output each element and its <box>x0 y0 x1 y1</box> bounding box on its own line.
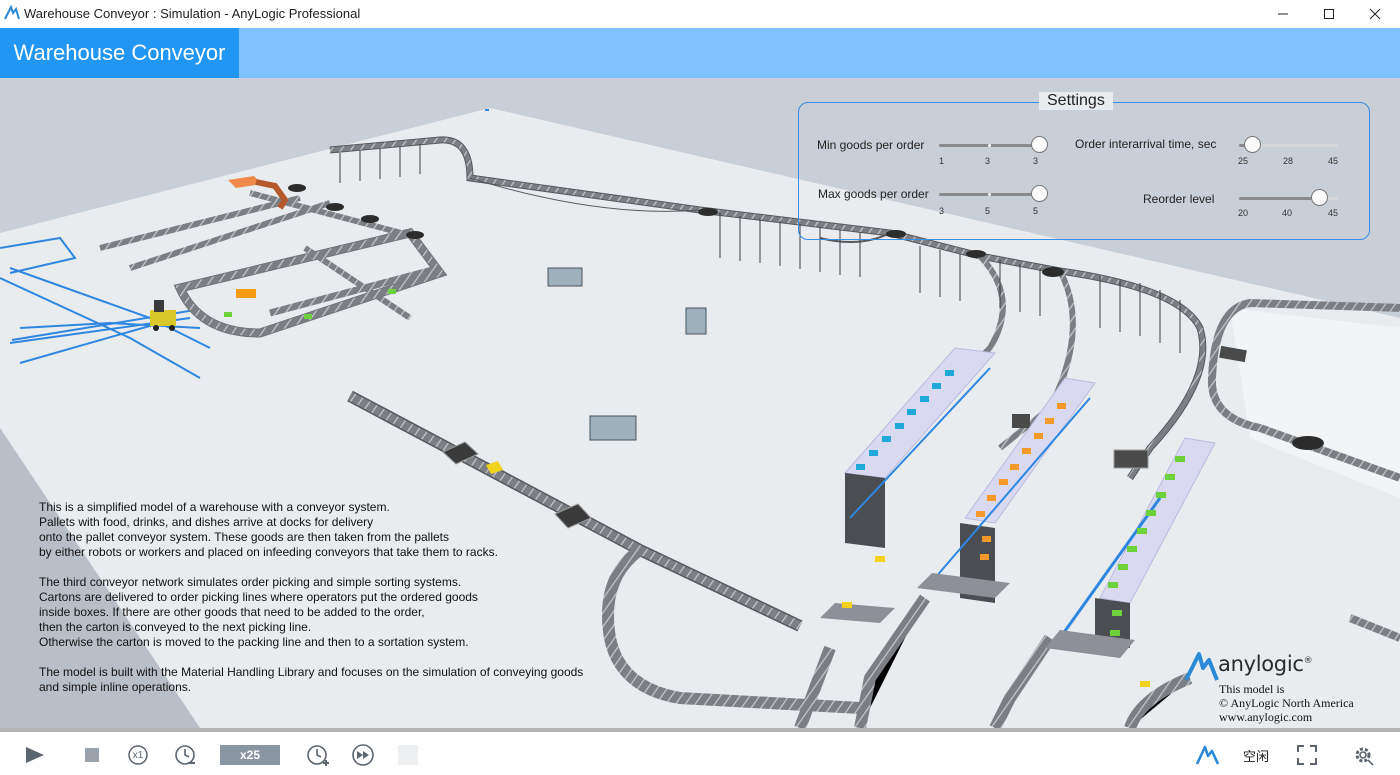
min-goods-tick-mid: 3 <box>985 156 991 166</box>
interarrival-tick-mid: 28 <box>1283 156 1294 166</box>
fast-forward-icon <box>352 744 374 766</box>
credit-line-3: www.anylogic.com <box>1219 710 1313 724</box>
anylogic-logo-icon <box>1184 652 1219 681</box>
realtime-toggle-button[interactable]: x1 <box>126 742 150 768</box>
header-band: Warehouse Conveyor <box>0 28 1400 78</box>
max-goods-slider[interactable] <box>939 184 1048 204</box>
interarrival-tick-max: 45 <box>1328 156 1339 166</box>
anylogic-app-icon <box>4 5 20 20</box>
reorder-level-tick-min: 20 <box>1238 208 1249 218</box>
slow-down-icon <box>175 745 195 765</box>
maximize-button[interactable] <box>1306 0 1352 28</box>
description-paragraph: This is a simplified model of a warehous… <box>39 500 498 559</box>
max-goods-tick-max: 5 <box>1033 206 1039 216</box>
anylogic-branding: anylogic® This model is © AnyLogic North… <box>1184 646 1384 726</box>
run-button[interactable] <box>22 742 48 768</box>
description-paragraph: The third conveyor network simulates ord… <box>39 575 478 649</box>
anylogic-logo-icon <box>1195 745 1220 765</box>
interarrival-tick-min: 25 <box>1238 156 1249 166</box>
speed-indicator: x25 <box>220 745 280 765</box>
model-description: This is a simplified model of a warehous… <box>39 500 599 710</box>
settings-panel: Settings Min goods per order 1 3 3 Max g… <box>798 92 1370 240</box>
credit-line-2: © AnyLogic North America <box>1219 696 1354 710</box>
stop-icon <box>85 748 99 762</box>
min-goods-tick-max: 3 <box>1033 156 1039 166</box>
description-paragraph: The model is built with the Material Han… <box>39 665 584 694</box>
speed-up-icon <box>307 745 329 766</box>
window-title: Warehouse Conveyor : Simulation - AnyLog… <box>24 6 361 21</box>
window-title-bar: Warehouse Conveyor : Simulation - AnyLog… <box>0 0 1400 28</box>
max-goods-label: Max goods per order <box>818 187 929 201</box>
pallet-box <box>236 289 256 298</box>
credit-line-1: This model is <box>1219 682 1285 696</box>
reorder-level-label: Reorder level <box>1143 192 1215 206</box>
anylogic-logo-text: anylogic® <box>1218 652 1313 676</box>
min-goods-tick-min: 1 <box>939 156 945 166</box>
max-goods-tick-mid: 5 <box>985 206 991 216</box>
settings-button[interactable] <box>1350 742 1376 768</box>
minimize-icon <box>1278 13 1288 15</box>
simulation-toolbar: x1 x25 空闲 <box>0 728 1400 775</box>
close-button[interactable] <box>1352 0 1398 28</box>
minimize-button[interactable] <box>1260 0 1306 28</box>
speed-up-button[interactable] <box>304 742 330 768</box>
settings-legend: Settings <box>1039 92 1113 110</box>
anylogic-model-button[interactable] <box>1194 742 1222 768</box>
stop-button[interactable] <box>80 742 104 768</box>
simulation-status: 空闲 <box>1243 749 1270 764</box>
max-goods-tick-min: 3 <box>939 206 945 216</box>
reorder-level-tick-max: 45 <box>1328 208 1339 218</box>
close-icon <box>1369 8 1381 20</box>
step-button[interactable] <box>396 742 420 768</box>
reorder-level-tick-mid: 40 <box>1282 208 1293 218</box>
fullscreen-button[interactable] <box>1294 742 1320 768</box>
step-icon <box>398 745 418 765</box>
slow-down-button[interactable] <box>172 742 198 768</box>
realtime-label: x1 <box>132 749 144 761</box>
reorder-level-slider[interactable] <box>1239 188 1339 208</box>
interarrival-slider[interactable] <box>1239 135 1339 155</box>
play-icon <box>26 747 44 763</box>
min-goods-slider[interactable] <box>939 135 1048 155</box>
simulation-3d-view[interactable]: Settings Min goods per order 1 3 3 Max g… <box>0 78 1400 728</box>
interarrival-label: Order interarrival time, sec <box>1075 137 1217 151</box>
gear-icon <box>1355 747 1374 766</box>
run-to-time-button[interactable] <box>350 742 376 768</box>
model-title: Warehouse Conveyor <box>0 28 239 78</box>
maximize-icon <box>1324 9 1334 19</box>
min-goods-label: Min goods per order <box>817 138 925 152</box>
fullscreen-icon <box>1297 745 1317 765</box>
